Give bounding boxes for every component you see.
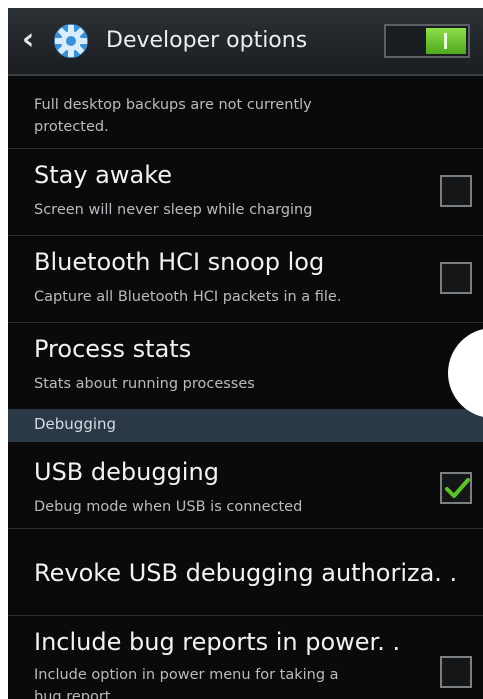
developer-options-toggle[interactable] <box>384 24 470 58</box>
checkmark-icon <box>445 478 470 498</box>
bug-reports-checkbox[interactable] <box>440 656 472 688</box>
item-subtitle-line2: protected. <box>34 119 109 135</box>
item-title: Revoke USB debugging authoriza. . <box>34 559 458 587</box>
stay-awake-checkbox[interactable] <box>440 175 472 207</box>
action-bar: ‹ Developer options <box>8 8 483 76</box>
item-title: USB debugging <box>34 458 219 486</box>
gear-icon[interactable] <box>52 22 90 60</box>
item-subtitle: Screen will never sleep while charging <box>34 202 313 218</box>
list-item-backup-password[interactable]: Full desktop backups are not currently p… <box>8 76 483 149</box>
item-subtitle: Include option in power menu for taking … <box>34 667 339 683</box>
list-item-revoke-usb-authorizations[interactable]: Revoke USB debugging authoriza. . <box>8 529 483 616</box>
page-title: Developer options <box>106 28 308 53</box>
usb-debugging-checkbox[interactable] <box>440 472 472 504</box>
item-title: Stay awake <box>34 161 173 189</box>
list-item-process-stats[interactable]: Process stats Stats about running proces… <box>8 323 483 409</box>
toggle-knob <box>426 28 466 54</box>
item-subtitle: Debug mode when USB is connected <box>34 499 303 515</box>
bluetooth-hci-checkbox[interactable] <box>440 262 472 294</box>
list-item-bug-reports-power-menu[interactable]: Include bug reports in power. . Include … <box>8 616 483 699</box>
list-item-bluetooth-hci-snoop-log[interactable]: Bluetooth HCI snoop log Capture all Blue… <box>8 236 483 323</box>
item-subtitle: Capture all Bluetooth HCI packets in a f… <box>34 289 342 305</box>
item-subtitle: Stats about running processes <box>34 376 255 392</box>
list-item-usb-debugging[interactable]: USB debugging Debug mode when USB is con… <box>8 442 483 529</box>
section-label: Debugging <box>34 415 117 433</box>
android-screen: ‹ Developer options Full desktop backups… <box>8 8 483 699</box>
item-subtitle-line2: bug report. <box>34 689 116 699</box>
item-subtitle: Full desktop backups are not currently <box>34 97 312 113</box>
item-title: Bluetooth HCI snoop log <box>34 248 325 276</box>
section-header-debugging: Debugging <box>8 409 483 442</box>
item-title: Include bug reports in power. . <box>34 628 401 656</box>
chevron-left-icon[interactable]: ‹ <box>22 24 44 56</box>
item-title: Process stats <box>34 335 192 363</box>
list-item-stay-awake[interactable]: Stay awake Screen will never sleep while… <box>8 149 483 236</box>
